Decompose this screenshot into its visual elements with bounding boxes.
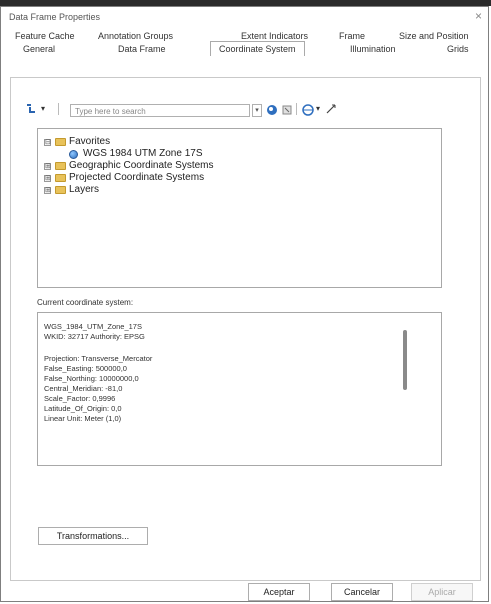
title-bar: Data Frame Properties × <box>1 7 488 27</box>
cancel-button[interactable]: Cancelar <box>331 583 393 601</box>
filter-dropdown-icon[interactable]: ▾ <box>41 104 45 113</box>
ok-button[interactable]: Aceptar <box>248 583 310 601</box>
folder-icon <box>55 162 66 170</box>
globe-icon[interactable] <box>302 104 314 118</box>
transformations-button[interactable]: Transformations... <box>38 527 148 545</box>
info-line: WKID: 32717 Authority: EPSG <box>44 332 145 341</box>
tab-data-frame[interactable]: Data Frame <box>118 44 166 54</box>
info-line: Scale_Factor: 0,9996 <box>44 394 116 403</box>
expand-layers-icon[interactable]: ⊞ <box>44 187 51 194</box>
tab-annotation-groups[interactable]: Annotation Groups <box>98 31 173 41</box>
toolbar-separator <box>58 103 59 115</box>
globe-icon <box>69 150 78 159</box>
tabs-row-2: General Data Frame Coordinate System Ill… <box>1 41 488 60</box>
tree-item-layers[interactable]: Layers <box>69 184 99 195</box>
expand-projected-icon[interactable]: ⊞ <box>44 175 51 182</box>
tree-item-projected[interactable]: Projected Coordinate Systems <box>69 172 204 183</box>
tree-item-favorites[interactable]: Favorites <box>69 136 110 147</box>
search-input[interactable]: Type here to search <box>70 104 250 117</box>
search-icon[interactable] <box>266 104 278 118</box>
expand-favorites-icon[interactable]: ⊟ <box>44 139 51 146</box>
info-line: Central_Meridian: -81,0 <box>44 384 123 393</box>
info-line: Linear Unit: Meter (1,0) <box>44 414 122 423</box>
tree-item-wgs-1984-utm-zone-17s[interactable]: WGS 1984 UTM Zone 17S <box>83 148 203 159</box>
close-icon[interactable]: × <box>475 9 482 23</box>
coordinate-system-tree[interactable]: ⊟ Favorites WGS 1984 UTM Zone 17S ⊞ Geog… <box>37 128 442 288</box>
tab-size-and-position[interactable]: Size and Position <box>399 31 469 41</box>
details-scrollbar[interactable] <box>403 330 407 390</box>
globe-dropdown-icon[interactable]: ▾ <box>316 104 320 113</box>
current-system-details[interactable]: WGS_1984_UTM_Zone_17S WKID: 32717 Author… <box>37 312 442 466</box>
folder-icon <box>55 174 66 182</box>
info-line: False_Northing: 10000000,0 <box>44 374 139 383</box>
clear-search-icon[interactable] <box>282 104 292 118</box>
expand-geographic-icon[interactable]: ⊞ <box>44 163 51 170</box>
tab-feature-cache[interactable]: Feature Cache <box>15 31 75 41</box>
filter-icon[interactable] <box>26 103 38 118</box>
tab-grids[interactable]: Grids <box>447 44 469 54</box>
info-line: False_Easting: 500000,0 <box>44 364 127 373</box>
tab-frame[interactable]: Frame <box>339 31 365 41</box>
add-icon[interactable] <box>325 103 337 117</box>
toolbar-separator <box>296 103 297 115</box>
tree-item-geographic[interactable]: Geographic Coordinate Systems <box>69 160 214 171</box>
info-line: WGS_1984_UTM_Zone_17S <box>44 322 142 331</box>
info-line: Latitude_Of_Origin: 0,0 <box>44 404 122 413</box>
tab-coordinate-system[interactable]: Coordinate System <box>210 41 305 56</box>
dialog-title: Data Frame Properties <box>9 12 101 22</box>
apply-button[interactable]: Aplicar <box>411 583 473 601</box>
tab-general[interactable]: General <box>23 44 55 54</box>
tab-illumination[interactable]: Illumination <box>350 44 396 54</box>
folder-icon <box>55 186 66 194</box>
search-dropdown-button[interactable]: ▾ <box>252 104 262 117</box>
current-system-label: Current coordinate system: <box>37 298 134 307</box>
folder-icon <box>55 138 66 146</box>
info-line: Projection: Transverse_Mercator <box>44 354 153 363</box>
tab-extent-indicators[interactable]: Extent Indicators <box>241 31 308 41</box>
